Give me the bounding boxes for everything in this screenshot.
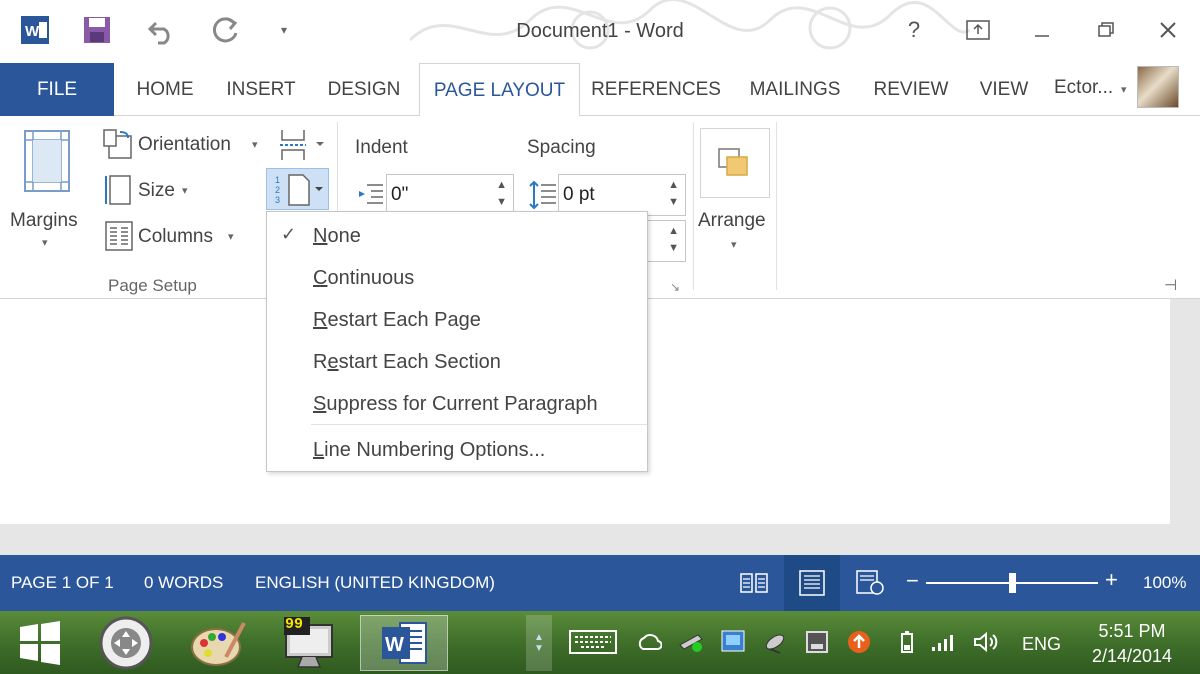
input-language[interactable]: ENG: [1022, 634, 1061, 655]
word-count[interactable]: 0 WORDS: [144, 573, 223, 593]
paint-app-icon[interactable]: [188, 615, 248, 671]
language-status[interactable]: ENGLISH (UNITED KINGDOM): [255, 573, 495, 593]
volume-icon[interactable]: [972, 629, 998, 655]
margins-button[interactable]: Margins: [10, 210, 78, 232]
touch-keyboard-icon[interactable]: [568, 629, 618, 655]
update-icon[interactable]: [846, 629, 872, 655]
page-count[interactable]: PAGE 1 OF 1: [11, 573, 114, 593]
checkmark-icon: ✓: [281, 224, 297, 244]
tab-references[interactable]: REFERENCES: [588, 63, 724, 116]
zoom-slider-thumb[interactable]: [1009, 573, 1016, 593]
ribbon-display-icon[interactable]: [958, 12, 998, 48]
svg-text:2: 2: [275, 185, 280, 195]
gamepad-app-icon[interactable]: [96, 615, 156, 671]
group-separator: [693, 122, 694, 290]
tab-file[interactable]: FILE: [0, 63, 114, 116]
orientation-dropdown-icon[interactable]: ▾: [252, 138, 258, 151]
margins-dropdown-icon[interactable]: ▾: [42, 236, 48, 249]
group-separator: [776, 122, 777, 290]
tab-mailings[interactable]: MAILINGS: [740, 63, 850, 116]
ribbon-tabs: FILE HOME INSERT DESIGN PAGE LAYOUT REFE…: [0, 63, 1200, 117]
avatar[interactable]: [1137, 66, 1179, 108]
web-layout-icon[interactable]: [842, 555, 898, 611]
svg-text:3: 3: [275, 195, 280, 205]
menu-item-line-numbering-options[interactable]: Line Numbering Options...: [267, 428, 647, 470]
tab-review[interactable]: REVIEW: [866, 63, 956, 116]
window-switch-icon[interactable]: [804, 629, 830, 655]
print-layout-icon[interactable]: [784, 555, 840, 611]
windows-start-icon[interactable]: [14, 615, 66, 671]
tab-view[interactable]: VIEW: [970, 63, 1038, 116]
spacing-label: Spacing: [527, 137, 596, 158]
columns-button[interactable]: Columns: [138, 226, 213, 248]
clock-date: 2/14/2014: [1091, 646, 1173, 666]
menu-item-restart-each-section[interactable]: Restart Each Section: [267, 342, 647, 382]
satellite-icon[interactable]: [762, 629, 788, 655]
tab-page-layout[interactable]: PAGE LAYOUT: [419, 63, 580, 117]
arrange-icon[interactable]: [700, 128, 770, 198]
spacing-before-value: 0 pt: [563, 184, 595, 205]
spacing-before-field[interactable]: 0 pt ▲ ▼: [558, 174, 686, 216]
pin-ribbon-icon[interactable]: ⊣: [1164, 276, 1177, 294]
spacing-after-spinner-icon[interactable]: ▲ ▼: [668, 223, 679, 257]
arrange-button[interactable]: Arrange: [698, 210, 766, 232]
line-numbers-button[interactable]: 123: [266, 168, 329, 210]
badge-count: 99: [285, 616, 304, 633]
arrange-dropdown-icon[interactable]: ▾: [731, 238, 737, 251]
display-settings-icon[interactable]: [720, 629, 746, 655]
menu-item-none[interactable]: ✓ None: [267, 212, 647, 256]
taskbar-scroll-icon[interactable]: ▲ ▼: [526, 615, 552, 671]
restore-icon[interactable]: [1086, 12, 1126, 48]
menu-item-restart-each-page[interactable]: Restart Each Page: [267, 300, 647, 340]
taskbar: 99 W ▲ ▼ ENG 5:51 PM 2/14/2014: [0, 611, 1200, 674]
indent-label: Indent: [355, 137, 408, 158]
svg-text:W: W: [385, 634, 404, 656]
status-bar: PAGE 1 OF 1 0 WORDS ENGLISH (UNITED KING…: [0, 555, 1200, 611]
menu-item-continuous[interactable]: Continuous: [267, 258, 647, 298]
battery-icon[interactable]: [894, 629, 920, 655]
signal-icon[interactable]: [930, 629, 956, 655]
margins-icon[interactable]: [24, 130, 70, 192]
tab-design[interactable]: DESIGN: [316, 63, 412, 116]
user-name[interactable]: Ector...: [1054, 77, 1113, 99]
zoom-in-icon[interactable]: +: [1105, 567, 1118, 593]
clock-time: 5:51 PM: [1098, 621, 1166, 641]
orientation-button[interactable]: Orientation: [138, 134, 231, 156]
tab-insert[interactable]: INSERT: [216, 63, 306, 116]
svg-text:1: 1: [275, 175, 280, 185]
size-icon: [104, 174, 134, 206]
indent-left-field[interactable]: 0" ▲ ▼: [386, 174, 514, 216]
columns-dropdown-icon[interactable]: ▾: [228, 230, 234, 243]
spacing-before-icon: [528, 180, 558, 210]
indent-left-value: 0": [391, 184, 409, 205]
user-dropdown-icon[interactable]: ▾: [1121, 83, 1127, 96]
tab-home[interactable]: HOME: [120, 63, 210, 116]
breaks-button[interactable]: [278, 128, 326, 162]
paragraph-dialog-launcher-icon[interactable]: ↘: [670, 280, 680, 294]
window-title: Document1 - Word: [516, 20, 684, 42]
minimize-icon[interactable]: [1022, 12, 1062, 48]
read-mode-icon[interactable]: [726, 555, 782, 611]
orientation-icon: [102, 128, 134, 160]
clock[interactable]: 5:51 PM 2/14/2014: [1076, 619, 1188, 669]
size-dropdown-icon[interactable]: ▾: [182, 184, 188, 197]
size-button[interactable]: Size: [138, 180, 175, 202]
menu-divider: [311, 424, 647, 425]
spacing-before-spinner-icon[interactable]: ▲ ▼: [668, 177, 679, 211]
title-bar: W ▾ Document1 - Word ?: [0, 0, 1200, 63]
page-setup-group-label: Page Setup: [108, 276, 197, 295]
line-numbers-menu: ✓ None Continuous Restart Each Page Rest…: [266, 211, 648, 472]
monitor-app-icon[interactable]: 99: [276, 615, 340, 671]
help-button[interactable]: ?: [894, 12, 934, 48]
network-device-icon[interactable]: [678, 629, 704, 655]
indent-left-spinner-icon[interactable]: ▲ ▼: [496, 177, 507, 211]
cloud-icon[interactable]: [636, 629, 662, 655]
menu-item-suppress-current-paragraph[interactable]: Suppress for Current Paragraph: [267, 384, 647, 424]
indent-left-icon: [357, 182, 385, 208]
zoom-out-icon[interactable]: −: [906, 568, 919, 594]
zoom-level[interactable]: 100%: [1143, 573, 1186, 593]
word-taskbar-button[interactable]: W: [360, 615, 448, 671]
columns-icon: [104, 220, 134, 252]
close-icon[interactable]: [1148, 12, 1188, 48]
